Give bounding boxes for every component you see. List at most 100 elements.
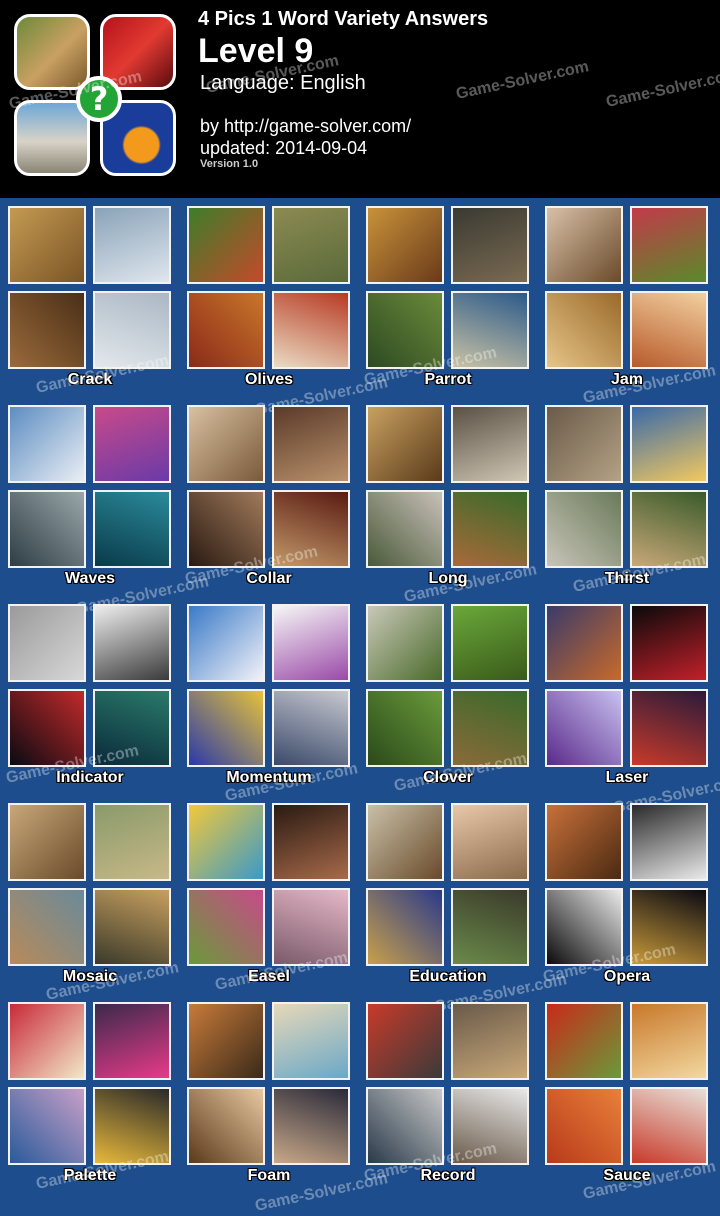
puzzle-picture <box>451 888 529 966</box>
puzzle-card[interactable]: Long Game-Solver.com <box>358 397 538 606</box>
puzzle-picture <box>8 888 86 966</box>
puzzle-picture <box>545 1002 623 1080</box>
puzzle-card[interactable]: Olives Game-Solver.com <box>179 198 389 419</box>
puzzle-picture <box>272 1002 350 1080</box>
puzzle-picture <box>366 604 444 682</box>
puzzle-picture <box>366 291 444 369</box>
puzzle-card[interactable]: Foam Game-Solver.com <box>179 994 389 1215</box>
answer-label: Thirst <box>604 570 650 587</box>
puzzle-picture <box>545 803 623 881</box>
puzzle-card[interactable]: Sauce Game-Solver.com <box>537 994 717 1203</box>
puzzle-picture <box>545 490 623 568</box>
puzzle-grid: Crack Game-Solver.com Olives Game-Solver.co… <box>0 198 720 1215</box>
answer-label: Crack <box>67 371 113 388</box>
puzzle-card[interactable]: Easel Game-Solver.com <box>179 795 359 994</box>
puzzle-picture <box>8 604 86 682</box>
puzzle-picture <box>451 490 529 568</box>
puzzle-picture <box>187 206 265 284</box>
puzzle-card[interactable]: Mosaic Game-Solver.com <box>0 795 180 1004</box>
author-link[interactable]: by http://game-solver.com/ <box>200 116 411 137</box>
logo-dog-tile <box>14 14 90 90</box>
puzzle-card[interactable]: Collar Game-Solver.com <box>179 397 359 595</box>
puzzle-picture <box>187 689 265 767</box>
answer-label: Olives <box>244 371 294 388</box>
puzzle-picture <box>545 888 623 966</box>
logo-car-tile <box>100 14 176 90</box>
puzzle-picture <box>630 405 708 483</box>
puzzle-picture <box>187 490 265 568</box>
puzzle-card[interactable]: Education Game-Solver.com <box>358 795 568 1016</box>
puzzle-picture <box>8 1087 86 1165</box>
answer-label: Long <box>428 570 468 587</box>
puzzle-picture <box>8 490 86 568</box>
answer-label: Education <box>409 968 487 985</box>
puzzle-picture <box>187 604 265 682</box>
puzzle-picture <box>451 689 529 767</box>
puzzle-card[interactable]: Palette Game-Solver.com <box>0 994 180 1193</box>
question-mark-icon: ? <box>76 76 122 122</box>
puzzle-picture <box>272 490 350 568</box>
puzzle-picture <box>187 405 265 483</box>
puzzle-picture <box>451 206 529 284</box>
puzzle-card[interactable]: Opera Game-Solver.com <box>537 795 717 993</box>
puzzle-card[interactable]: Laser Game-Solver.com <box>537 596 720 817</box>
puzzle-picture <box>93 490 171 568</box>
puzzle-picture <box>93 291 171 369</box>
puzzle-picture <box>8 206 86 284</box>
puzzle-picture <box>93 1087 171 1165</box>
puzzle-picture <box>187 291 265 369</box>
puzzle-picture <box>187 803 265 881</box>
logo-tower-tile <box>14 100 90 176</box>
puzzle-picture <box>451 803 529 881</box>
puzzle-picture <box>630 689 708 767</box>
language-label: Language: English <box>200 72 366 94</box>
puzzle-picture <box>366 1087 444 1165</box>
puzzle-picture <box>630 888 708 966</box>
puzzle-card[interactable]: Jam Game-Solver.com <box>537 198 717 407</box>
puzzle-picture <box>545 405 623 483</box>
answer-label: Easel <box>248 968 290 985</box>
puzzle-picture <box>93 1002 171 1080</box>
puzzle-picture <box>93 689 171 767</box>
puzzle-picture <box>93 604 171 682</box>
puzzle-picture <box>8 689 86 767</box>
answer-label: Parrot <box>424 371 472 388</box>
puzzle-picture <box>366 689 444 767</box>
answer-label: Record <box>420 1167 476 1184</box>
puzzle-picture <box>93 405 171 483</box>
version-label: Version 1.0 <box>200 158 259 170</box>
puzzle-picture <box>630 291 708 369</box>
puzzle-picture <box>366 490 444 568</box>
puzzle-picture <box>451 405 529 483</box>
puzzle-card[interactable]: Waves Game-Solver.com <box>0 397 210 618</box>
puzzle-picture <box>272 291 350 369</box>
answer-label: Collar <box>246 570 292 587</box>
puzzle-picture <box>272 405 350 483</box>
answer-label: Momentum <box>226 769 312 786</box>
puzzle-card[interactable]: Clover Game-Solver.com <box>358 596 538 795</box>
puzzle-card[interactable]: Thirst Game-Solver.com <box>537 397 717 596</box>
header: ? 4 Pics 1 Word Variety Answers Level 9 … <box>0 0 720 198</box>
answer-label: Foam <box>247 1167 291 1184</box>
puzzle-picture <box>8 803 86 881</box>
answer-label: Opera <box>603 968 651 985</box>
puzzle-picture <box>8 405 86 483</box>
puzzle-picture <box>630 1002 708 1080</box>
puzzle-card[interactable]: Momentum Game-Solver.com <box>179 596 359 805</box>
puzzle-picture <box>630 490 708 568</box>
puzzle-picture <box>187 1087 265 1165</box>
app-logo: ? <box>14 14 182 182</box>
puzzle-picture <box>366 206 444 284</box>
puzzle-picture <box>187 1002 265 1080</box>
answer-label: Clover <box>423 769 473 786</box>
puzzle-card[interactable]: Record Game-Solver.com <box>358 994 538 1192</box>
puzzle-picture <box>545 1087 623 1165</box>
puzzle-card[interactable]: Parrot Game-Solver.com <box>358 198 538 396</box>
puzzle-picture <box>545 689 623 767</box>
puzzle-picture <box>187 888 265 966</box>
puzzle-picture <box>545 291 623 369</box>
puzzle-picture <box>451 1002 529 1080</box>
puzzle-card[interactable]: Indicator Game-Solver.com <box>0 596 180 794</box>
answer-label: Palette <box>63 1167 117 1184</box>
puzzle-card[interactable]: Crack Game-Solver.com <box>0 198 180 397</box>
